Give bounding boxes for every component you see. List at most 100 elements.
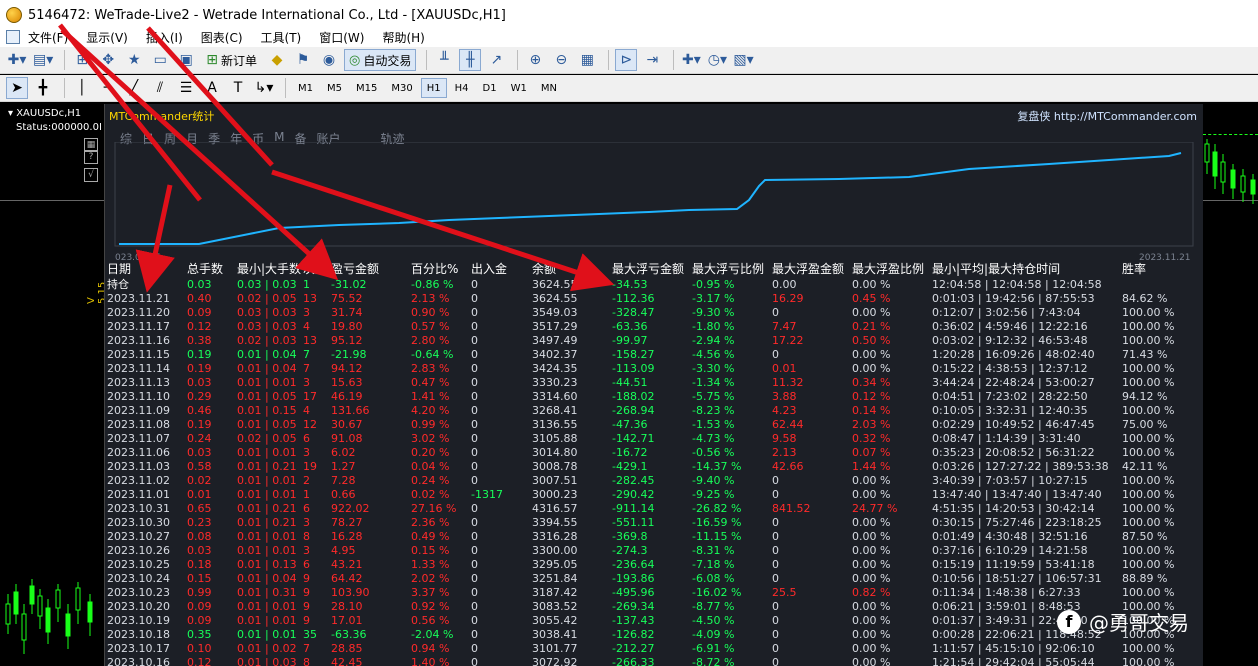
table-row[interactable]: 2023.11.10 0.29 0.01 | 0.05 17 46.19 1.41 % 0 3… — [107, 390, 1202, 404]
candlestick-icon[interactable]: ╫ — [459, 49, 482, 71]
crosshair-icon[interactable]: ╋ — [32, 77, 54, 99]
column-header[interactable]: 次数 — [303, 262, 331, 278]
new-chart-icon[interactable]: ✚▾ — [6, 49, 28, 71]
auto-scroll-icon[interactable]: ⊳ — [615, 49, 638, 71]
table-cell: -4.56 % — [692, 348, 735, 361]
column-header[interactable]: 最小|平均|最大持仓时间 — [932, 262, 1122, 278]
table-row[interactable]: 2023.11.07 0.24 0.02 | 0.05 6 91.08 3.02 % 0 31… — [107, 432, 1202, 446]
zoom-out-icon[interactable]: ⊖ — [550, 49, 572, 71]
column-header[interactable]: 最大浮盈金额 — [772, 262, 852, 278]
menu-tools[interactable]: 工具(T) — [261, 29, 302, 46]
column-header[interactable]: 最大浮亏金额 — [612, 262, 692, 278]
bar-chart-icon[interactable]: ╨ — [433, 49, 455, 71]
table-row[interactable]: 2023.11.03 0.58 0.01 | 0.21 19 1.27 0.04 % 0 30… — [107, 460, 1202, 474]
check-icon[interactable]: √ — [84, 168, 98, 182]
wifi-icon[interactable]: ◉ — [318, 49, 340, 71]
zoom-in-icon[interactable]: ⊕ — [524, 49, 546, 71]
table-row[interactable]: 2023.10.18 0.35 0.01 | 0.01 35 -63.36 -2.04 %… — [107, 628, 1202, 642]
table-row[interactable]: 2023.10.23 0.99 0.01 | 0.31 9 103.90 3.37 % 0 3… — [107, 586, 1202, 600]
timeframe-d1-button[interactable]: D1 — [477, 78, 503, 98]
table-row[interactable]: 2023.11.21 0.40 0.02 | 0.05 13 75.52 2.13 % 0 3… — [107, 292, 1202, 306]
vertical-line-icon[interactable]: │ — [71, 77, 93, 99]
profiles-icon[interactable]: ▤▾ — [32, 49, 54, 71]
table-row[interactable]: 2023.11.15 0.19 0.01 | 0.04 7 -21.98 -0.64 % 0… — [107, 348, 1202, 362]
table-row[interactable]: 2023.10.30 0.23 0.01 | 0.21 3 78.27 2.36 % 0 33… — [107, 516, 1202, 530]
table-row[interactable]: 2023.11.06 0.03 0.01 | 0.01 3 6.02 0.20 % 0 301… — [107, 446, 1202, 460]
arrows-icon[interactable]: ↳▾ — [253, 77, 275, 99]
timeframe-mn-button[interactable]: MN — [535, 78, 563, 98]
column-header[interactable]: 盈亏金额 — [331, 262, 411, 278]
text-label-icon[interactable]: T — [227, 77, 249, 99]
column-header[interactable]: 出入金 — [471, 262, 532, 278]
chart-shift-icon[interactable]: ⇥ — [641, 49, 663, 71]
table-row[interactable]: 2023.11.13 0.03 0.01 | 0.01 3 15.63 0.47 % 0 33… — [107, 376, 1202, 390]
channel-icon[interactable]: ⫽ — [149, 77, 171, 99]
menu-view[interactable]: 显示(V) — [86, 29, 128, 46]
fibonacci-icon[interactable]: ☰ — [175, 77, 197, 99]
menu-bar: 文件(F) 显示(V) 插入(I) 图表(C) 工具(T) 窗口(W) 帮助(H… — [0, 27, 1258, 47]
navigator-icon[interactable]: ★ — [123, 49, 145, 71]
table-row[interactable]: 2023.10.17 0.10 0.01 | 0.02 7 28.85 0.94 % 0 31… — [107, 642, 1202, 656]
menu-window[interactable]: 窗口(W) — [319, 29, 364, 46]
table-row[interactable]: 2023.10.16 0.12 0.01 | 0.03 8 42.45 1.40 % 0 30… — [107, 656, 1202, 666]
auto-trading-button[interactable]: ◎ 自动交易 — [344, 49, 417, 71]
menu-insert[interactable]: 插入(I) — [146, 29, 183, 46]
terminal-icon[interactable]: ▭ — [149, 49, 171, 71]
periods-icon[interactable]: ◷▾ — [706, 49, 728, 71]
metaeditor-icon[interactable]: ◆ — [266, 49, 288, 71]
timeframe-m5-button[interactable]: M5 — [321, 78, 348, 98]
indicators-icon[interactable]: ✚▾ — [680, 49, 702, 71]
table-row[interactable]: 2023.10.24 0.15 0.01 | 0.04 9 64.42 2.02 % 0 32… — [107, 572, 1202, 586]
table-row[interactable]: 2023.10.19 0.09 0.01 | 0.01 9 17.01 0.56 % 0 30… — [107, 614, 1202, 628]
table-cell: 0 — [471, 362, 478, 375]
line-chart-icon[interactable]: ↗ — [485, 49, 507, 71]
tile-windows-icon[interactable]: ▦ — [576, 49, 598, 71]
column-header[interactable]: 最大浮盈比例 — [852, 262, 932, 278]
timeframe-m1-button[interactable]: M1 — [292, 78, 319, 98]
text-icon[interactable]: A — [201, 77, 223, 99]
column-header[interactable]: 百分比% — [411, 262, 471, 278]
help-icon[interactable]: ? — [84, 150, 98, 164]
right-price-chart[interactable] — [1203, 104, 1258, 666]
data-window-icon[interactable]: ✥ — [97, 49, 119, 71]
timeframe-m30-button[interactable]: M30 — [385, 78, 418, 98]
timeframe-m15-button[interactable]: M15 — [350, 78, 383, 98]
menu-charts[interactable]: 图表(C) — [201, 29, 243, 46]
column-header[interactable]: 日期 — [107, 262, 187, 278]
table-row[interactable]: 2023.10.20 0.09 0.01 | 0.01 9 28.10 0.92 % 0 30… — [107, 600, 1202, 614]
table-row[interactable]: 2023.10.27 0.08 0.01 | 0.01 8 16.28 0.49 % 0 33… — [107, 530, 1202, 544]
timeframe-h4-button[interactable]: H4 — [449, 78, 475, 98]
menu-help[interactable]: 帮助(H) — [382, 29, 424, 46]
market-watch-icon[interactable]: ⊞ — [71, 49, 93, 71]
column-header[interactable]: 最大浮亏比例 — [692, 262, 772, 278]
new-order-button[interactable]: ⊞ 新订单 — [201, 49, 262, 71]
templates-icon[interactable]: ▧▾ — [732, 49, 754, 71]
table-row[interactable]: 2023.10.26 0.03 0.01 | 0.01 3 4.95 0.15 % 0 330… — [107, 544, 1202, 558]
column-header[interactable]: 总手数 — [187, 262, 237, 278]
table-row[interactable]: 2023.10.25 0.18 0.01 | 0.13 6 43.21 1.33 % 0 32… — [107, 558, 1202, 572]
column-header[interactable]: 胜率 — [1122, 262, 1202, 278]
horizontal-line-icon[interactable]: ─ — [97, 77, 119, 99]
table-row[interactable]: 2023.11.02 0.02 0.01 | 0.01 2 7.28 0.24 % 0 300… — [107, 474, 1202, 488]
table-cell: 922.02 — [331, 502, 370, 515]
brand-link[interactable]: 复盘侠 http://MTCommander.com — [1017, 108, 1197, 124]
timeframe-w1-button[interactable]: W1 — [505, 78, 533, 98]
menu-file[interactable]: 文件(F) — [28, 29, 68, 46]
table-row[interactable]: 2023.11.14 0.19 0.01 | 0.04 7 94.12 2.83 % 0 34… — [107, 362, 1202, 376]
table-row[interactable]: 2023.11.16 0.38 0.02 | 0.03 13 95.12 2.80 % 0 3… — [107, 334, 1202, 348]
table-row[interactable]: 2023.10.31 0.65 0.01 | 0.21 6 922.02 27.16 % 0… — [107, 502, 1202, 516]
timeframe-h1-button[interactable]: H1 — [420, 78, 447, 98]
table-row[interactable]: 2023.11.01 0.01 0.01 | 0.01 1 0.66 0.02 % -131… — [107, 488, 1202, 502]
tester-icon[interactable]: ▣ — [175, 49, 197, 71]
column-header[interactable]: 最小|大手数 — [237, 262, 303, 278]
left-price-chart[interactable]: ▾ XAUUSDc,H1 Status:000000.0I ▦ ? √ V 5.… — [0, 104, 104, 666]
signals-icon[interactable]: ⚑ — [292, 49, 314, 71]
document-icon[interactable] — [6, 30, 20, 44]
table-row[interactable]: 2023.11.08 0.19 0.01 | 0.05 12 30.67 0.99 % 0 3… — [107, 418, 1202, 432]
cursor-icon[interactable]: ➤ — [6, 77, 28, 99]
trendline-icon[interactable]: ╱ — [123, 77, 145, 99]
table-row[interactable]: 2023.11.17 0.12 0.03 | 0.03 4 19.80 0.57 % 0 35… — [107, 320, 1202, 334]
column-header[interactable]: 余额 — [532, 262, 612, 278]
table-row[interactable]: 2023.11.20 0.09 0.03 | 0.03 3 31.74 0.90 % 0 35… — [107, 306, 1202, 320]
table-row[interactable]: 2023.11.09 0.46 0.01 | 0.15 4 131.66 4.20 % 0 3… — [107, 404, 1202, 418]
